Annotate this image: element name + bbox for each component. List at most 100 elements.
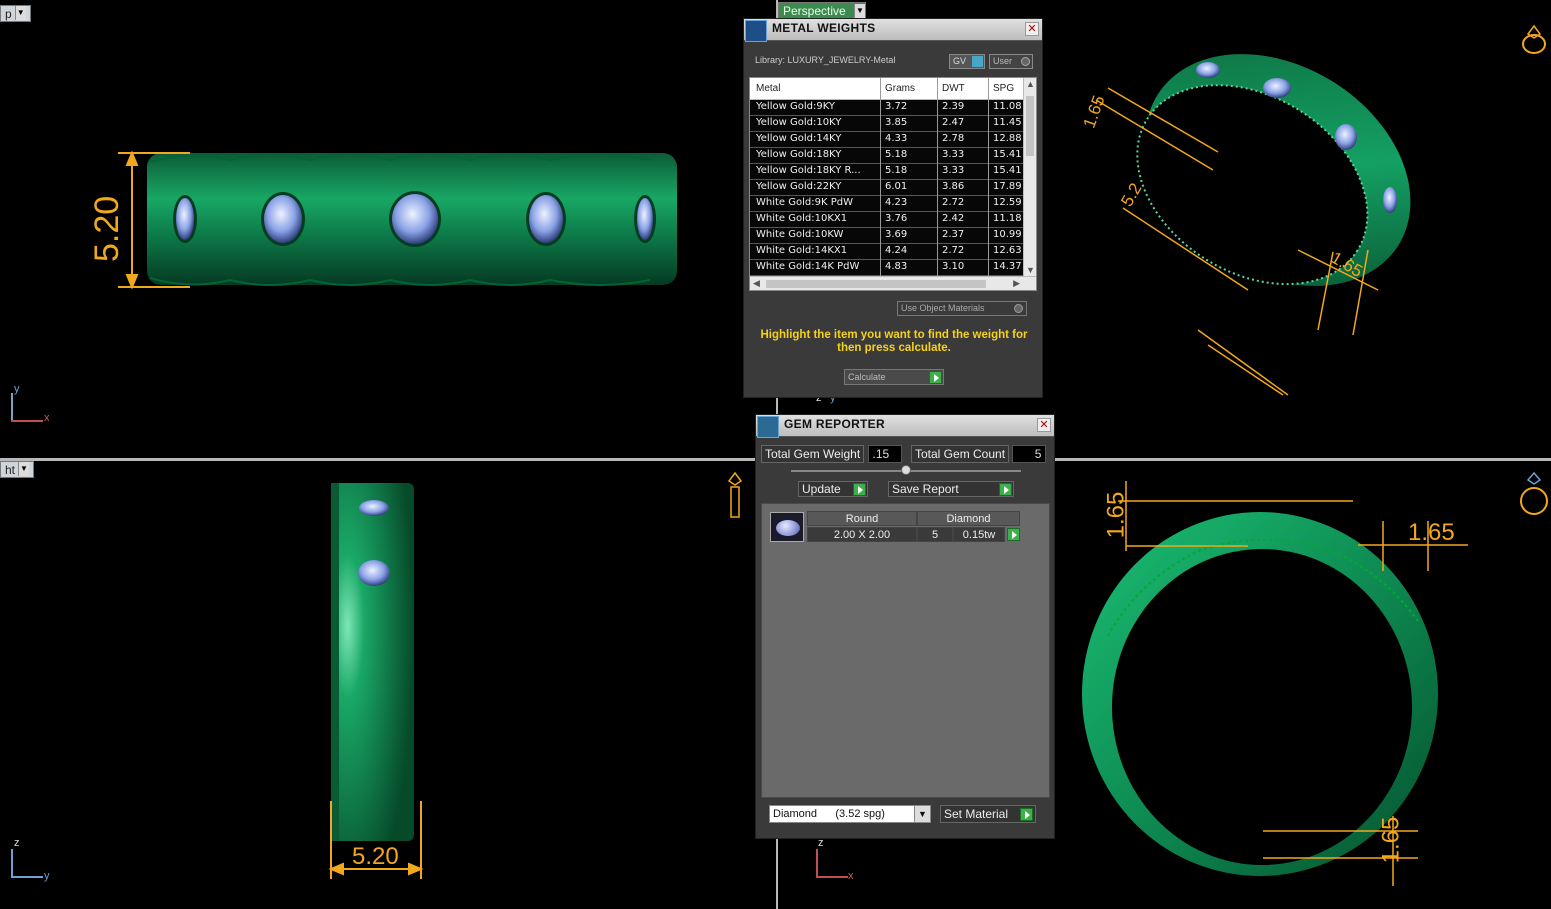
gv-toggle[interactable]: GV	[949, 54, 985, 69]
table-row[interactable]: White Gold:14KX1 4.24 2.72 12.63	[750, 244, 1036, 260]
table-cell: Yellow Gold:14KY	[756, 133, 842, 144]
table-row[interactable]: Yellow Gold:18KY 5.18 3.33 15.41	[750, 148, 1036, 164]
update-button[interactable]: Update	[798, 481, 868, 497]
scroll-thumb[interactable]	[766, 280, 986, 288]
table-cell: White Gold:14KX1	[756, 245, 848, 256]
table-row[interactable]: White Gold:14K PdW 4.83 3.10 14.37	[750, 260, 1036, 276]
dimension-label: 1.65	[1102, 491, 1130, 539]
table-cell: 6.01	[885, 181, 908, 192]
total-gem-weight-value: .15	[867, 445, 902, 463]
set-material-button[interactable]: Set Material	[940, 805, 1036, 823]
table-cell: 3.10	[942, 261, 965, 272]
table-cell: Yellow Gold:10KY	[756, 117, 842, 128]
slider-knob[interactable]	[901, 465, 911, 475]
total-gem-count: Total Gem Count 5	[911, 445, 1047, 463]
table-row[interactable]: White Gold:10KX1 3.76 2.42 11.18	[750, 212, 1036, 228]
table-row[interactable]: Yellow Gold:22KY 6.01 3.86 17.89	[750, 180, 1036, 196]
table-cell: 3.33	[942, 165, 965, 176]
table-cell: 4.23	[885, 197, 908, 208]
table-cell: 2.72	[942, 245, 965, 256]
ring-icon	[1519, 471, 1549, 515]
gem-size: 2.00 X 2.00	[807, 527, 917, 542]
close-icon[interactable]: ✕	[1037, 418, 1051, 432]
ring-icon	[1519, 22, 1549, 56]
material-select[interactable]: Diamond (3.52 spg) ▼	[769, 805, 931, 823]
chevron-down-icon[interactable]: ▼	[1026, 265, 1035, 275]
play-icon	[853, 483, 866, 496]
total-gem-count-value: 5	[1012, 445, 1047, 463]
calculate-button[interactable]: Calculate	[844, 369, 944, 385]
play-icon	[1020, 808, 1033, 821]
library-label: Library: LUXURY_JEWELRY-Metal	[755, 55, 896, 65]
table-cell: 15.41	[993, 149, 1022, 160]
table-body: Yellow Gold:9KY 3.72 2.39 11.08 Yellow Gold:…	[750, 100, 1036, 276]
table-row[interactable]: White Gold:9K PdW 4.23 2.72 12.59	[750, 196, 1036, 212]
table-cell: 12.59	[993, 197, 1022, 208]
table-cell: 10.99	[993, 229, 1022, 240]
table-header: Metal Grams DWT SPG	[750, 78, 1036, 100]
chevron-down-icon[interactable]: ▼	[914, 806, 930, 822]
table-cell: 3.85	[885, 117, 908, 128]
table-row[interactable]: Yellow Gold:9KY 3.72 2.39 11.08	[750, 100, 1036, 116]
gem-reporter-titlebar[interactable]: GEM REPORTER ✕	[756, 415, 1054, 438]
vertical-scrollbar[interactable]: ▲ ▼	[1023, 78, 1036, 276]
play-icon	[929, 371, 942, 384]
chevron-right-icon[interactable]: ▶	[1013, 278, 1020, 289]
user-radio[interactable]: User	[989, 54, 1033, 69]
table-row[interactable]: Yellow Gold:10KY 3.85 2.47 11.45	[750, 116, 1036, 132]
dimension-label: 1.65	[1408, 519, 1455, 546]
save-report-button[interactable]: Save Report	[888, 481, 1014, 497]
table-cell: 11.18	[993, 213, 1022, 224]
chevron-left-icon[interactable]: ◀	[753, 278, 760, 289]
panel-title: METAL WEIGHTS	[772, 21, 876, 35]
table-cell: 11.08	[993, 101, 1022, 112]
use-object-materials-option[interactable]: Use Object Materials	[897, 301, 1027, 316]
gem-shape: Round	[807, 511, 917, 526]
table-cell: White Gold:10KW	[756, 229, 844, 240]
list-item[interactable]: Round 2.00 X 2.00 Diamond 5 0.15tw	[767, 511, 1025, 543]
table-cell: 4.83	[885, 261, 908, 272]
instruction-text: Highlight the item you want to find the …	[760, 329, 1028, 354]
panel-title: GEM REPORTER	[784, 417, 885, 431]
column-divider	[880, 78, 881, 290]
report-icon	[757, 416, 779, 438]
chevron-up-icon[interactable]: ▲	[1026, 79, 1035, 89]
table-cell: 5.18	[885, 165, 908, 176]
table-cell: 5.18	[885, 149, 908, 160]
radio-icon	[1014, 304, 1023, 313]
table-cell: 12.63	[993, 245, 1022, 256]
table-row[interactable]: Yellow Gold:14KY 4.33 2.78 12.88	[750, 132, 1036, 148]
dimension-label: 1.65	[1377, 816, 1405, 864]
gem-material: Diamond	[917, 511, 1020, 526]
column-header[interactable]: DWT	[942, 83, 986, 94]
metal-table: Metal Grams DWT SPG Yellow Gold:9KY 3.72 2…	[749, 77, 1037, 291]
table-cell: Yellow Gold:22KY	[756, 181, 842, 192]
horizontal-scrollbar[interactable]: ◀ ▶	[750, 276, 1036, 290]
scroll-thumb[interactable]	[1026, 96, 1034, 156]
metal-weights-panel: METAL WEIGHTS ✕ Library: LUXURY_JEWELRY-…	[743, 18, 1043, 398]
column-header[interactable]: Grams	[885, 83, 935, 94]
table-row[interactable]: White Gold:10KW 3.69 2.37 10.99	[750, 228, 1036, 244]
gem-reporter-panel: GEM REPORTER ✕ Total Gem Weight .15 Tota…	[755, 414, 1055, 839]
close-icon[interactable]: ✕	[1025, 22, 1039, 36]
table-cell: White Gold:10KX1	[756, 213, 848, 224]
table-cell: Yellow Gold:9KY	[756, 101, 835, 112]
metal-weights-titlebar[interactable]: METAL WEIGHTS ✕	[744, 19, 1042, 42]
viewport-right[interactable]: ht ▼ 5.20 z y	[0, 461, 776, 909]
table-cell: 3.72	[885, 101, 908, 112]
panel-slider[interactable]	[791, 465, 1021, 475]
total-gem-weight: Total Gem Weight .15	[761, 445, 902, 463]
column-header[interactable]: SPG	[993, 83, 1025, 94]
table-row[interactable]: Yellow Gold:18KY R... 5.18 3.33 15.41	[750, 164, 1036, 180]
table-cell: 11.45	[993, 117, 1022, 128]
column-header[interactable]: Metal	[756, 83, 880, 94]
table-cell: 2.37	[942, 229, 965, 240]
play-icon[interactable]	[1007, 528, 1020, 541]
table-cell: 3.76	[885, 213, 908, 224]
table-cell: 3.33	[942, 149, 965, 160]
ring-side-view	[328, 483, 424, 879]
gem-list: Round 2.00 X 2.00 Diamond 5 0.15tw	[761, 503, 1050, 798]
viewport-top[interactable]: p ▼ 5.20 y x	[0, 0, 776, 458]
table-cell: 4.24	[885, 245, 908, 256]
table-cell: 3.86	[942, 181, 965, 192]
